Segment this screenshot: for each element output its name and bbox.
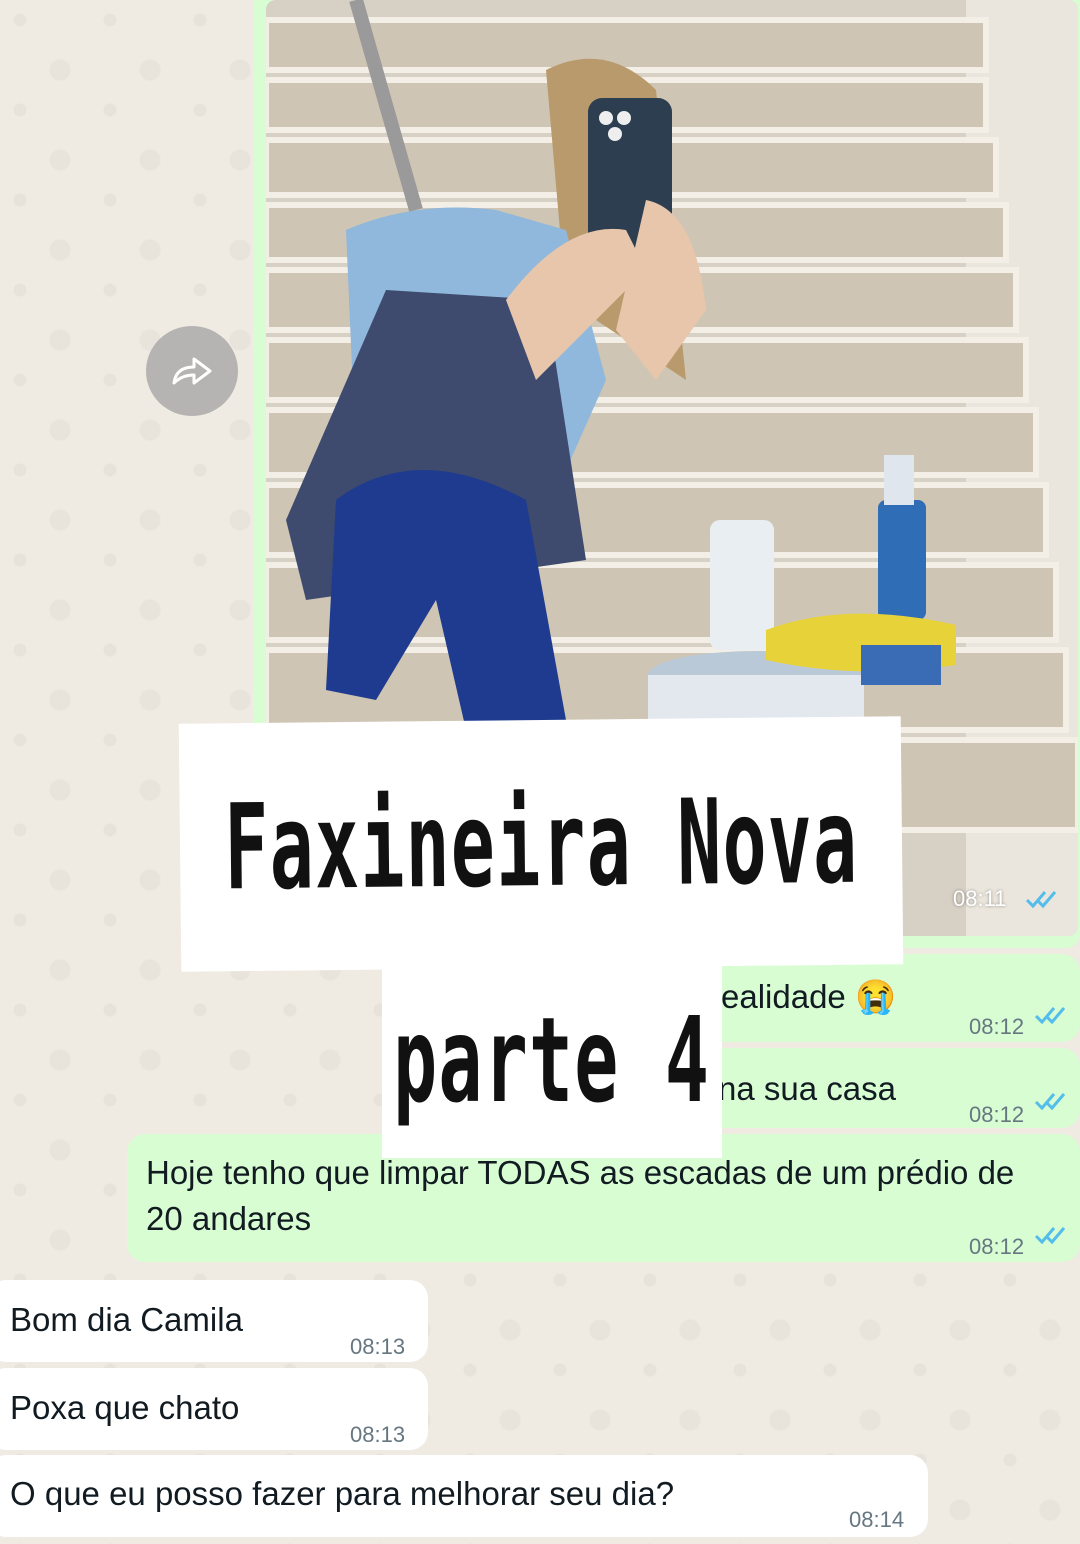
message-text: Bom dia Camila [10,1301,243,1338]
double-check-icon [1034,1093,1066,1111]
overlay-subtitle-card: parte 4 [382,962,722,1158]
message-time: 08:14 [849,1507,905,1532]
image-timestamp: 08:11 [953,886,1007,911]
message-text: Poxa que chato [10,1389,240,1426]
double-check-icon [1034,1227,1066,1245]
forward-icon [172,357,212,385]
message-text: realidade 😭 [710,978,897,1015]
double-check-icon [1034,1007,1066,1025]
overlay-title-card: Faxineira Nova [178,716,904,972]
message-bubble-in[interactable]: Poxa que chato 08:13 [0,1368,428,1450]
overlay-subtitle: parte 4 [393,991,711,1129]
message-bubble-in[interactable]: Bom dia Camila 08:13 [0,1280,428,1362]
message-time: 08:12 [969,1102,1025,1127]
message-bubble-in[interactable]: O que eu posso fazer para melhorar seu d… [0,1455,928,1537]
overlay-title: Faxineira Nova [223,771,859,917]
double-check-icon [1025,891,1057,909]
message-text: O que eu posso fazer para melhorar seu d… [10,1475,675,1512]
message-text: na sua casa [718,1070,896,1107]
message-text: Hoje tenho que limpar TODAS as escadas d… [146,1154,1015,1237]
message-time: 08:13 [350,1422,406,1447]
message-time: 08:12 [969,1234,1025,1259]
message-time: 08:13 [350,1334,406,1359]
forward-button[interactable] [146,326,238,416]
message-time: 08:12 [969,1014,1025,1039]
